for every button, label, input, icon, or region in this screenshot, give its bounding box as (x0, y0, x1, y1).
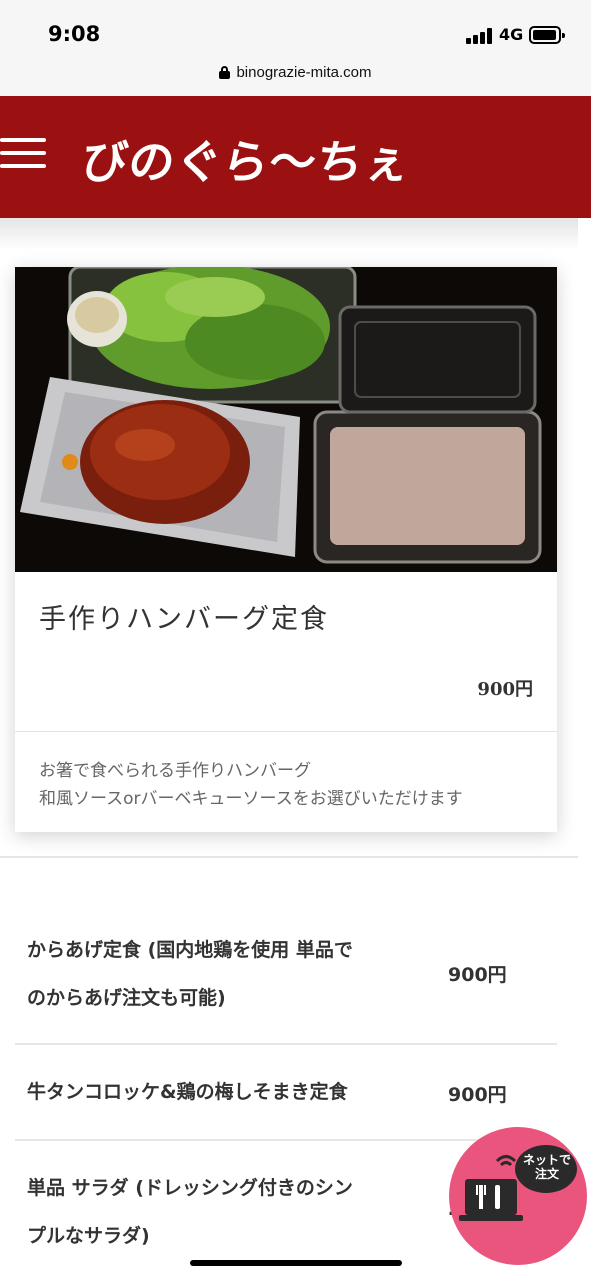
featured-price: 900円 (477, 679, 533, 700)
featured-title: 手作りハンバーグ定食 (39, 604, 329, 635)
hamburg-set-photo (15, 267, 557, 572)
featured-description: お箸で食べられる手作りハンバーグ 和風ソースorバーベキューソースをお選びいただ… (39, 757, 463, 813)
status-time: 9:08 (48, 22, 101, 46)
order-laptop-icon (459, 1155, 523, 1221)
featured-description-line: お箸で食べられる手作りハンバーグ (39, 761, 311, 781)
lock-icon (219, 66, 231, 79)
menu-item-name: 牛タンコロッケ&鶏の梅しそまき定食 (27, 1068, 348, 1116)
section-divider (0, 856, 578, 858)
home-indicator[interactable] (190, 1260, 402, 1266)
menu-item-name-line: 単品 サラダ (ドレッシング付きのシン (27, 1177, 353, 1199)
menu-item-name-line: からあげ定食 (国内地鶏を使用 単品で (27, 939, 353, 961)
menu-item-gyutan-croquette[interactable]: 牛タンコロッケ&鶏の梅しそまき定食 900円 (15, 1068, 557, 1118)
menu-item-name-line: 牛タンコロッケ&鶏の梅しそまき定食 (27, 1081, 348, 1103)
menu-item-price: 900円 (448, 964, 507, 986)
hamburger-menu-icon[interactable] (0, 134, 48, 172)
menu-item-price: 900円 (448, 1084, 507, 1106)
address-bar[interactable]: binograzie-mita.com (0, 58, 591, 96)
order-label: ネットで 注文 (518, 1153, 576, 1181)
order-label-line: ネットで (522, 1153, 571, 1167)
menu-item-karaage[interactable]: からあげ定食 (国内地鶏を使用 単品で のからあげ注文も可能) 900円 (15, 922, 557, 1022)
menu-item-name: 単品 サラダ (ドレッシング付きのシン プルなサラダ) (27, 1164, 353, 1260)
menu-item-name: からあげ定食 (国内地鶏を使用 単品で のからあげ注文も可能) (27, 926, 353, 1022)
order-label-line: 注文 (534, 1167, 559, 1181)
featured-menu-card[interactable]: 手作りハンバーグ定食 900円 お箸で食べられる手作りハンバーグ 和風ソースor… (15, 267, 557, 832)
menu-item-name-line: のからあげ注文も可能) (27, 987, 226, 1009)
status-bar: 9:08 4G (0, 0, 591, 58)
signal-icon (466, 28, 492, 44)
menu-item-name-line: プルなサラダ) (27, 1225, 150, 1247)
card-divider (15, 731, 557, 732)
row-divider (15, 1043, 557, 1045)
online-order-button[interactable]: ネットで 注文 (449, 1127, 587, 1265)
site-header: びのぐら〜ちぇ (0, 96, 591, 218)
battery-icon (529, 26, 565, 44)
food-photo-illustration (15, 267, 557, 572)
header-shadow (0, 218, 578, 250)
site-logo[interactable]: びのぐら〜ちぇ (79, 126, 415, 192)
featured-description-line: 和風ソースorバーベキューソースをお選びいただけます (39, 789, 463, 809)
network-type: 4G (499, 25, 524, 44)
url-text: binograzie-mita.com (236, 64, 372, 81)
